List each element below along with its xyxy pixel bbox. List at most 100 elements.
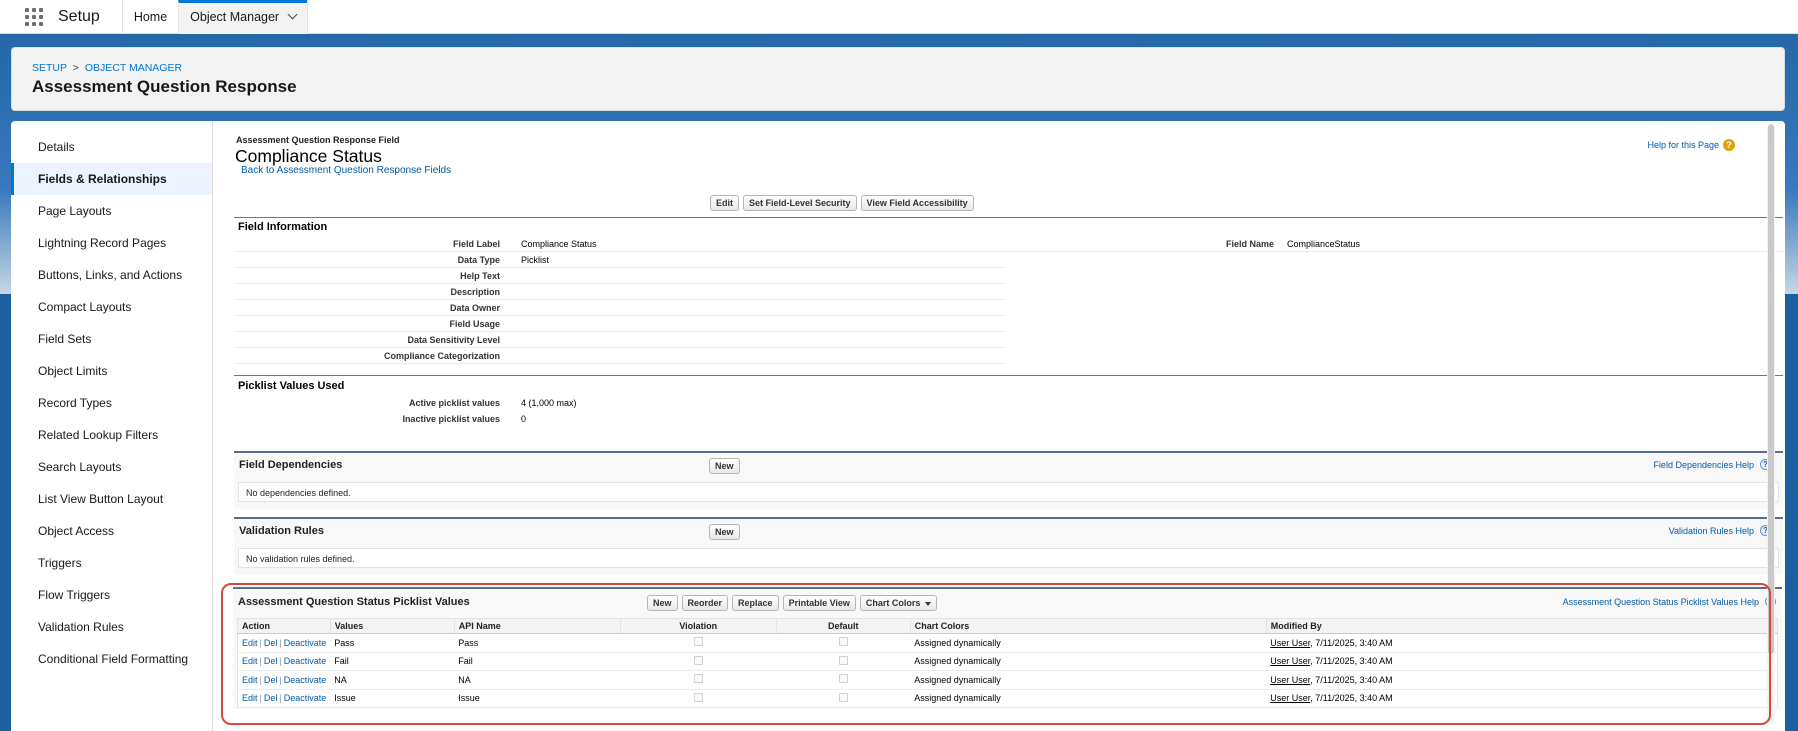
table-row: Edit | Del | Deactivate Fail Fail Assigned d… <box>237 652 1778 671</box>
deactivate-link[interactable]: Deactivate <box>284 675 327 685</box>
reorder-button[interactable]: Reorder <box>681 595 729 611</box>
active-picklist-key: Active picklist values <box>408 398 500 408</box>
field-info-row: Help Text <box>234 268 1004 284</box>
field-info-row: Field Label Compliance Status <box>234 236 1004 252</box>
user-link[interactable]: User User <box>1270 638 1310 648</box>
modified-by-cell: User User, 7/11/2025, 3:40 AM <box>1266 633 1778 653</box>
sidebar-item-triggers[interactable]: Triggers <box>11 547 212 579</box>
user-link[interactable]: User User <box>1270 693 1310 703</box>
column-header-values: Values <box>330 618 455 634</box>
new-dependency-button[interactable]: New <box>709 458 740 474</box>
picklist-values-used-heading: Picklist Values Used <box>238 380 345 392</box>
sidebar-item-compact-layouts[interactable]: Compact Layouts <box>11 291 212 323</box>
del-link[interactable]: Del <box>264 675 278 685</box>
field-name-key: Field Name <box>1225 239 1274 249</box>
del-link[interactable]: Del <box>264 638 278 648</box>
app-launcher-icon[interactable] <box>24 7 44 27</box>
user-link[interactable]: User User <box>1270 656 1310 666</box>
tab-object-manager[interactable]: Object Manager <box>178 0 308 34</box>
user-link[interactable]: User User <box>1270 675 1310 685</box>
violation-checkbox <box>693 692 703 702</box>
set-field-level-security-button[interactable]: Set Field-Level Security <box>743 195 857 211</box>
api-name-cell: NA <box>454 670 621 690</box>
column-header-default: Default <box>776 618 911 634</box>
replace-button[interactable]: Replace <box>732 595 779 611</box>
edit-button[interactable]: Edit <box>710 195 739 211</box>
edit-link[interactable]: Edit <box>242 638 258 648</box>
picklist-values-section: Assessment Question Status Picklist Valu… <box>233 587 1782 709</box>
modified-date: , 7/11/2025, 3:40 AM <box>1310 656 1393 667</box>
column-header-action: Action <box>237 618 331 634</box>
printable-view-button[interactable]: Printable View <box>782 595 856 611</box>
field-info-row: Description <box>234 284 1004 300</box>
modified-date: , 7/11/2025, 3:40 AM <box>1310 674 1393 685</box>
sidebar-item-page-layouts[interactable]: Page Layouts <box>11 195 212 227</box>
pipe-separator: | <box>259 674 262 685</box>
inactive-picklist-key: Inactive picklist values <box>402 414 500 424</box>
breadcrumb-setup[interactable]: SETUP <box>32 62 67 74</box>
description-key: Description <box>450 287 500 297</box>
violation-checkbox <box>693 655 703 665</box>
compliance-categorization-key: Compliance Categorization <box>383 351 500 361</box>
sidebar-item-search-layouts[interactable]: Search Layouts <box>11 451 212 483</box>
modified-date: , 7/11/2025, 3:40 AM <box>1310 693 1393 704</box>
validation-rules-section: Validation Rules New Validation Rules He… <box>234 517 1783 575</box>
caret-down-icon <box>925 601 932 606</box>
new-picklist-value-button[interactable]: New <box>647 595 678 611</box>
chart-color-cell: Assigned dynamically <box>910 652 1267 671</box>
sidebar-item-lightning-record-pages[interactable]: Lightning Record Pages <box>11 227 212 259</box>
section-divider <box>234 217 1783 218</box>
sidebar-item-object-limits[interactable]: Object Limits <box>11 355 212 387</box>
field-dependencies-help-link[interactable]: Field Dependencies Help ? <box>1653 459 1771 470</box>
sidebar-item-buttons-links-actions[interactable]: Buttons, Links, and Actions <box>11 259 212 291</box>
help-for-page-link[interactable]: Help for this Page ? <box>1647 139 1735 151</box>
picklist-values-help-label: Assessment Question Status Picklist Valu… <box>1562 596 1759 607</box>
picklist-values-help-link[interactable]: Assessment Question Status Picklist Valu… <box>1563 596 1776 607</box>
breadcrumb-object-manager[interactable]: OBJECT MANAGER <box>85 62 182 74</box>
view-field-accessibility-button[interactable]: View Field Accessibility <box>860 195 974 211</box>
validation-rules-help-label: Validation Rules Help <box>1668 525 1754 536</box>
help-icon[interactable]: ? <box>1723 139 1735 151</box>
help-text-key: Help Text <box>460 271 500 281</box>
sidebar-item-validation-rules[interactable]: Validation Rules <box>11 611 212 643</box>
del-link[interactable]: Del <box>264 656 278 666</box>
edit-link[interactable]: Edit <box>242 675 258 685</box>
sidebar-item-object-access[interactable]: Object Access <box>11 515 212 547</box>
sidebar-item-field-sets[interactable]: Field Sets <box>11 323 212 355</box>
field-dependencies-heading: Field Dependencies <box>239 459 343 471</box>
tab-home[interactable]: Home <box>121 0 178 34</box>
validation-rules-help-link[interactable]: Validation Rules Help ? <box>1669 525 1771 536</box>
data-type-key: Data Type <box>457 255 500 265</box>
edit-link[interactable]: Edit <box>242 693 258 703</box>
edit-link[interactable]: Edit <box>242 656 258 666</box>
column-header-violation: Violation <box>620 618 777 634</box>
sidebar-item-related-lookup-filters[interactable]: Related Lookup Filters <box>11 419 212 451</box>
sidebar-item-conditional-field-formatting[interactable]: Conditional Field Formatting <box>11 643 212 675</box>
chevron-down-icon[interactable] <box>287 9 298 20</box>
del-link[interactable]: Del <box>264 693 278 703</box>
deactivate-link[interactable]: Deactivate <box>284 638 327 648</box>
section-divider <box>234 375 1783 376</box>
vertical-scrollbar[interactable] <box>1767 124 1775 724</box>
page-title: Assessment Question Response <box>32 77 297 96</box>
default-checkbox <box>838 655 848 665</box>
scrollbar-thumb[interactable] <box>1768 124 1774 654</box>
deactivate-link[interactable]: Deactivate <box>284 693 327 703</box>
back-link[interactable]: Back to Assessment Question Response Fie… <box>241 165 451 176</box>
data-owner-key: Data Owner <box>449 303 500 313</box>
field-name-row: Field Name ComplianceStatus <box>1004 236 1783 252</box>
data-sensitivity-key: Data Sensitivity Level <box>407 335 500 345</box>
deactivate-link[interactable]: Deactivate <box>284 656 327 666</box>
sidebar-item-list-view-button-layout[interactable]: List View Button Layout <box>11 483 212 515</box>
violation-cell <box>620 670 777 690</box>
new-validation-rule-button[interactable]: New <box>709 524 740 540</box>
api-name-cell: Fail <box>454 652 621 671</box>
sidebar-item-record-types[interactable]: Record Types <box>11 387 212 419</box>
chart-colors-dropdown[interactable]: Chart Colors <box>859 595 938 611</box>
sidebar-item-details[interactable]: Details <box>11 131 212 163</box>
table-row: Edit | Del | Deactivate Issue Issue Assigned… <box>237 689 1778 708</box>
sidebar-item-fields-relationships[interactable]: Fields & Relationships <box>11 163 212 195</box>
sidebar-item-flow-triggers[interactable]: Flow Triggers <box>11 579 212 611</box>
field-usage-key: Field Usage <box>449 319 500 329</box>
default-cell <box>776 689 911 708</box>
